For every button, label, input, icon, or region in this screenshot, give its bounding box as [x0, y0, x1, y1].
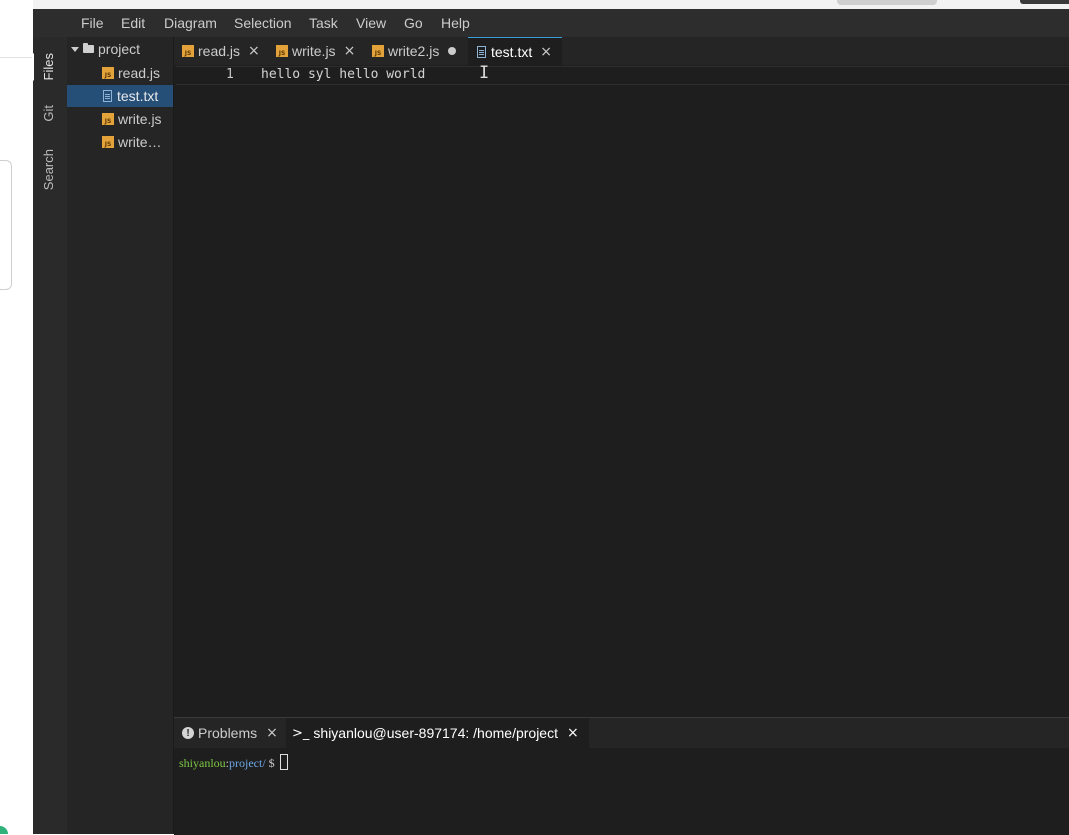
terminal-prompt: $ [268, 756, 275, 770]
browser-top-bar [33, 0, 1069, 9]
close-icon[interactable]: × [248, 43, 260, 59]
tab-write2-js[interactable]: JS write2.js [372, 37, 457, 65]
tab-search[interactable]: Search [41, 149, 56, 190]
browser-left-strip [0, 0, 33, 834]
terminal-user: shiyanlou [179, 756, 226, 770]
text-cursor-icon: I [479, 63, 490, 83]
menu-edit[interactable]: Edit [121, 14, 145, 32]
side-card [0, 160, 12, 290]
text-file-icon [103, 90, 112, 102]
terminal-path: project/ [229, 756, 266, 770]
tab-label: test.txt [491, 43, 533, 60]
warning-icon: ! [182, 727, 194, 739]
terminal-cursor[interactable] [279, 754, 288, 770]
tab-problems[interactable]: ! Problems × [182, 718, 278, 748]
menu-task[interactable]: Task [309, 14, 338, 32]
editor-tab-bar: JS read.js × JS write.js × JS write2.js … [174, 37, 1069, 65]
menu-go[interactable]: Go [404, 14, 423, 32]
menu-bar: File Edit Diagram Selection Task View Go… [33, 9, 1069, 37]
browser-tab-pill[interactable] [837, 0, 937, 5]
close-icon[interactable]: × [266, 725, 278, 741]
unsaved-dot-icon[interactable] [448, 47, 457, 55]
terminal-output[interactable]: shiyanlou:project/ $ [179, 754, 288, 771]
tab-label: write2.js [388, 43, 440, 59]
tab-label: shiyanlou@user-897174: /home/project [313, 725, 558, 741]
menu-diagram[interactable]: Diagram [164, 14, 217, 32]
activity-bar: Files Git Search [33, 37, 68, 834]
text-file-icon [477, 45, 486, 58]
js-file-icon: JS [372, 45, 384, 57]
menu-help[interactable]: Help [441, 14, 470, 32]
js-file-icon: JS [102, 113, 114, 125]
divider [0, 57, 33, 58]
tab-label: write.js [292, 43, 336, 59]
explorer-item-write-js[interactable]: JS write.js [67, 108, 173, 130]
tab-label: read.js [198, 43, 241, 59]
browser-control[interactable] [1020, 0, 1069, 4]
tab-test-txt[interactable]: test.txt × [468, 37, 562, 65]
js-file-icon: JS [182, 45, 194, 57]
js-file-icon: JS [102, 67, 114, 79]
tab-label: Problems [198, 725, 258, 741]
folder-label: project [98, 41, 141, 57]
green-badge [0, 826, 8, 834]
explorer-item-write2-js[interactable]: JS write… [67, 131, 173, 153]
explorer-item-test-txt[interactable]: test.txt [67, 85, 173, 107]
chevron-down-icon[interactable] [71, 46, 79, 52]
ide-window: File Edit Diagram Selection Task View Go… [33, 9, 1069, 835]
panel-tab-bar: ! Problems × >_ shiyanlou@user-897174: /… [174, 718, 1069, 748]
line-number: 1 [226, 67, 234, 82]
menu-selection[interactable]: Selection [234, 14, 292, 32]
tab-git[interactable]: Git [41, 105, 56, 122]
tab-write-js[interactable]: JS write.js × [276, 37, 355, 65]
terminal-icon: >_ [292, 725, 310, 741]
explorer-item-read-js[interactable]: JS read.js [67, 62, 173, 84]
explorer-item-label: test.txt [117, 88, 159, 104]
close-icon[interactable]: × [540, 44, 552, 60]
tab-terminal[interactable]: >_ shiyanlou@user-897174: /home/project … [286, 718, 589, 748]
file-explorer: project JS read.js test.txt JS write.js … [67, 37, 174, 834]
bottom-panel: ! Problems × >_ shiyanlou@user-897174: /… [174, 717, 1069, 835]
folder-icon [83, 43, 94, 53]
code-line[interactable]: hello syl hello world [261, 67, 425, 82]
folder-project[interactable]: project [67, 38, 173, 60]
close-icon[interactable]: × [567, 725, 579, 741]
js-file-icon: JS [276, 45, 288, 57]
menu-file[interactable]: File [81, 14, 104, 32]
close-icon[interactable]: × [344, 43, 356, 59]
explorer-item-label: read.js [118, 65, 161, 81]
explorer-item-label: write.js [118, 111, 162, 127]
tab-files[interactable]: Files [41, 53, 56, 80]
tab-read-js[interactable]: JS read.js × [182, 37, 260, 65]
menu-view[interactable]: View [356, 14, 386, 32]
explorer-item-label: write… [118, 134, 162, 150]
code-editor[interactable]: 1 hello syl hello world I [174, 63, 1069, 717]
js-file-icon: JS [102, 136, 114, 148]
